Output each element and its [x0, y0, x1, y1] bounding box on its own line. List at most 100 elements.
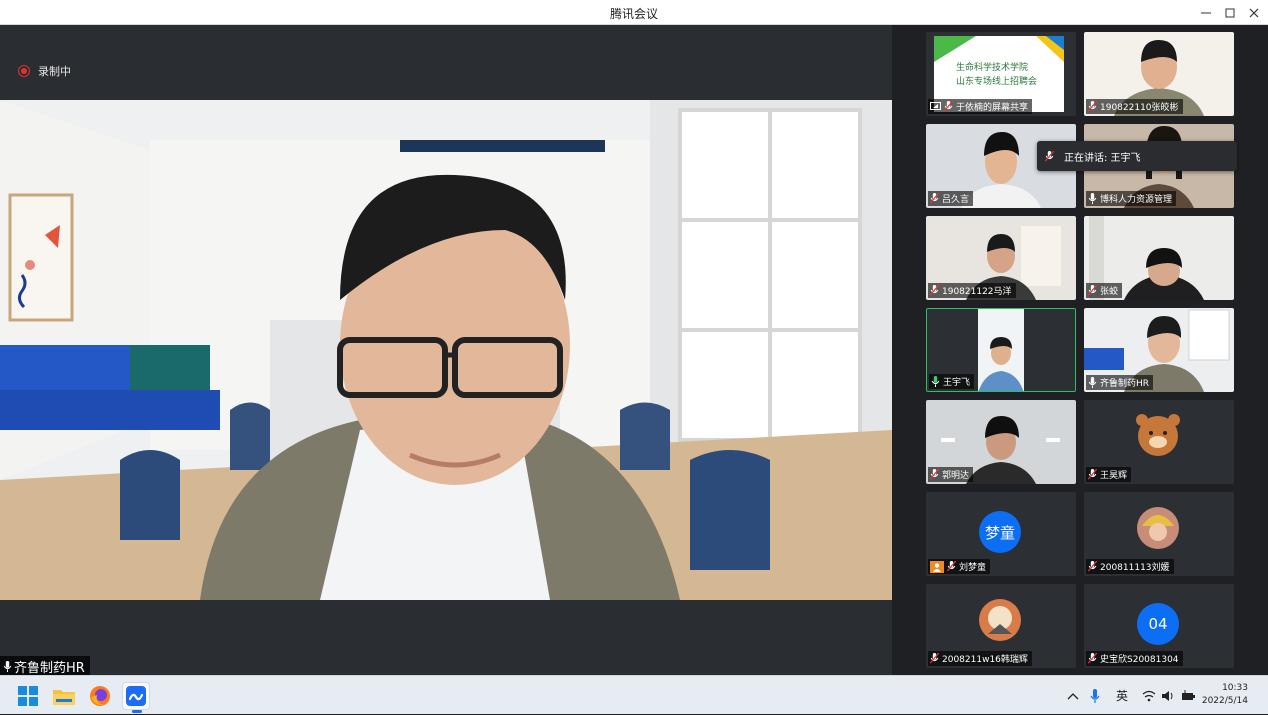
participant-tile[interactable]: 张蛟 — [1084, 216, 1234, 300]
avatar: 梦童 — [979, 511, 1021, 553]
file-explorer-button[interactable] — [50, 682, 78, 710]
record-icon — [18, 65, 30, 77]
volume-tray[interactable] — [1161, 676, 1175, 715]
tile-label: 刘梦童 — [928, 559, 991, 574]
tile-label: 190821122马洋 — [928, 283, 1016, 298]
clock-time: 10:33 — [1222, 683, 1248, 693]
mic-muted-icon — [1088, 101, 1097, 112]
participant-name: 刘梦童 — [959, 563, 987, 573]
close-button[interactable] — [1242, 0, 1266, 25]
input-method-label: 英 — [1116, 689, 1129, 703]
screen-share-icon — [930, 102, 941, 110]
tencent-meeting-icon — [126, 686, 146, 706]
share-title-line-1: 生命科学技术学院 — [956, 63, 1029, 73]
window-title: 腾讯会议 — [609, 7, 658, 21]
participant-tile-speaking[interactable]: 王宇飞 — [926, 308, 1076, 392]
active-speaker-name: 齐鲁制药HR — [14, 660, 85, 676]
network-tray[interactable] — [1142, 676, 1156, 715]
mic-muted-icon — [1088, 469, 1097, 480]
participant-tile[interactable]: 190822110张皎彬 — [1084, 32, 1234, 116]
tile-label: 于依楠的屏幕共享 — [928, 99, 1033, 114]
system-clock[interactable]: 10:33 2022/5/14 — [1202, 682, 1248, 708]
main-video[interactable] — [0, 100, 892, 600]
speaker-video-frame — [0, 100, 892, 600]
firefox-button[interactable] — [86, 682, 114, 710]
speaker-icon — [1162, 690, 1173, 701]
chevron-up-icon — [1067, 692, 1079, 699]
participant-name: 史宝欣S20081304 — [1100, 655, 1179, 665]
participant-name: 王宇飞 — [943, 378, 971, 388]
participant-name: 190822110张皎彬 — [1100, 103, 1179, 113]
tile-label: 郭明达 — [928, 467, 974, 482]
maximize-icon — [1225, 8, 1235, 17]
mic-muted-icon — [944, 101, 953, 112]
mic-muted-icon — [947, 561, 956, 572]
avatar: 04 — [1137, 603, 1179, 645]
participant-name: 张蛟 — [1100, 287, 1119, 297]
tile-label: 190822110张皎彬 — [1086, 99, 1183, 114]
participant-tile-avatar[interactable]: 梦童 刘梦童 — [926, 492, 1076, 576]
participant-name: 于依楠的屏幕共享 — [956, 103, 1029, 113]
mic-muted-icon — [1088, 561, 1097, 572]
mic-icon — [1088, 377, 1097, 388]
participant-gallery: 生命科学技术学院 山东专场线上招聘会 于依楠的屏幕共享 190822110张皎彬 — [892, 25, 1268, 675]
tile-label: 史宝欣S20081304 — [1086, 651, 1183, 666]
active-app-indicator — [132, 710, 142, 713]
participant-name: 190821122马洋 — [942, 287, 1012, 297]
screen-share-tile[interactable]: 生命科学技术学院 山东专场线上招聘会 于依楠的屏幕共享 — [926, 32, 1076, 116]
windows-icon — [18, 686, 38, 706]
main-stage: 录制中 齐鲁制药HR — [0, 25, 892, 676]
microphone-icon — [1090, 688, 1100, 703]
tile-label: 2008211w16韩瑞辉 — [928, 651, 1032, 666]
recording-label: 录制中 — [38, 65, 71, 78]
participant-tile-avatar[interactable]: 2008211w16韩瑞辉 — [926, 584, 1076, 668]
mic-muted-icon — [930, 469, 939, 480]
participant-name: 郭明达 — [942, 471, 970, 481]
share-title-line-2: 山东专场线上招聘会 — [956, 77, 1038, 87]
recording-indicator[interactable]: 录制中 — [18, 63, 71, 79]
folder-icon — [53, 690, 75, 705]
tile-label: 王宇飞 — [929, 374, 975, 389]
tile-label: 王昊辉 — [1086, 467, 1132, 482]
participant-tile-avatar[interactable]: 200811113刘媛 — [1084, 492, 1234, 576]
close-icon — [1249, 8, 1259, 17]
participant-name: 齐鲁制药HR — [1100, 379, 1150, 389]
wifi-icon — [1142, 690, 1156, 701]
input-method-indicator[interactable]: 英 — [1116, 676, 1128, 715]
tile-label: 张蛟 — [1086, 283, 1123, 298]
mic-muted-icon — [930, 193, 939, 204]
mic-icon — [3, 660, 12, 672]
tencent-meeting-button[interactable] — [122, 682, 150, 713]
speaking-tooltip: 正在讲话: 王宇飞 — [1037, 141, 1237, 171]
participant-name: 2008211w16韩瑞辉 — [942, 655, 1028, 665]
participant-tile[interactable]: 齐鲁制药HR — [1084, 308, 1234, 392]
participant-tile-avatar[interactable]: 04 史宝欣S20081304 — [1084, 584, 1234, 668]
firefox-icon — [90, 686, 110, 706]
mic-muted-icon — [1088, 653, 1097, 664]
participant-name: 博科人力资源管理 — [1100, 195, 1173, 205]
mic-muted-icon — [930, 653, 939, 664]
battery-plug-icon — [1182, 689, 1195, 700]
participant-name: 200811113刘媛 — [1100, 563, 1170, 573]
tile-label: 吕久言 — [928, 191, 974, 206]
participant-tile[interactable]: 郭明达 — [926, 400, 1076, 484]
speaking-text: 正在讲话: 王宇飞 — [1064, 152, 1141, 164]
taskbar: 英 10:33 2022/5/14 — [0, 675, 1268, 714]
participant-tile-avatar[interactable]: 王昊辉 — [1084, 400, 1234, 484]
show-hidden-icons[interactable] — [1067, 676, 1079, 715]
minimize-button[interactable] — [1194, 0, 1218, 25]
start-button[interactable] — [14, 682, 42, 710]
mic-active-icon — [931, 376, 940, 387]
battery-tray[interactable] — [1181, 676, 1197, 715]
participant-tile[interactable]: 190821122马洋 — [926, 216, 1076, 300]
host-icon — [930, 560, 944, 573]
tile-label: 200811113刘媛 — [1086, 559, 1174, 574]
mic-muted-icon — [1088, 285, 1097, 296]
mic-icon — [1088, 193, 1097, 204]
maximize-button[interactable] — [1218, 0, 1242, 25]
mic-muted-icon — [930, 285, 939, 296]
microphone-tray[interactable] — [1090, 676, 1100, 715]
participant-name: 王昊辉 — [1100, 471, 1128, 481]
mic-muted-icon — [1045, 150, 1054, 162]
clock-date: 2022/5/14 — [1201, 696, 1248, 706]
